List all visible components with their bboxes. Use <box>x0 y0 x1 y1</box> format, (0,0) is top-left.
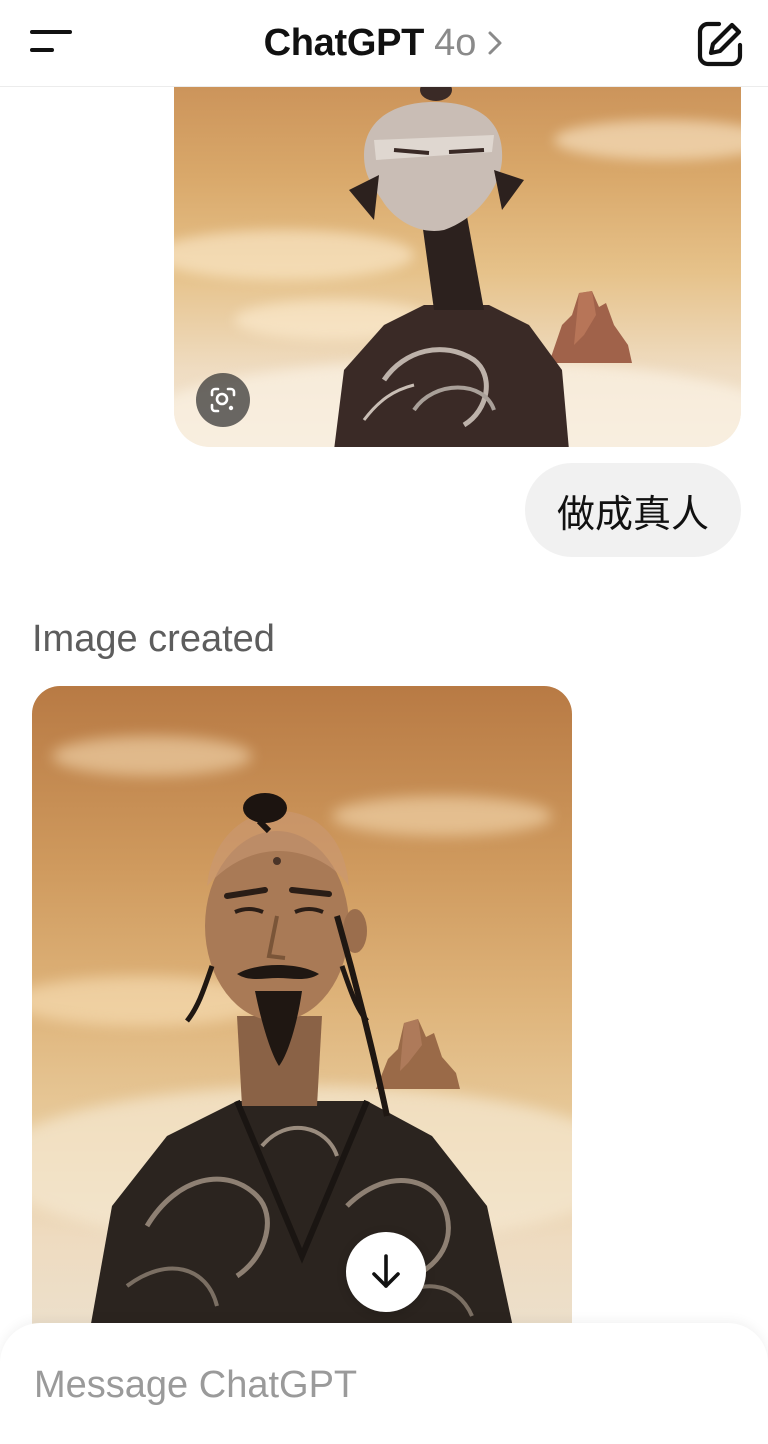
visual-search-icon <box>210 387 236 413</box>
image-created-label: Image created <box>32 618 275 660</box>
app-title: ChatGPT <box>263 21 425 64</box>
top-bar: ChatGPT 4o <box>0 0 768 87</box>
scroll-down-button[interactable] <box>346 1232 426 1312</box>
message-composer <box>0 1323 768 1444</box>
model-selector[interactable]: ChatGPT 4o <box>0 18 768 68</box>
new-chat-icon <box>697 21 743 67</box>
realistic-portrait <box>88 793 515 1336</box>
visual-search-button[interactable] <box>196 373 250 427</box>
character-illustration <box>334 80 569 447</box>
user-message-bubble: 做成真人 <box>524 463 741 557</box>
uploaded-image[interactable] <box>174 60 741 447</box>
chevron-right-icon <box>488 31 502 55</box>
generated-image[interactable] <box>32 686 572 1336</box>
chat-screen: ChatGPT 4o 做成真人 Image created <box>0 0 768 1444</box>
message-input[interactable] <box>34 1357 714 1413</box>
new-chat-button[interactable] <box>694 18 746 70</box>
arrow-down-icon <box>372 1254 400 1288</box>
model-name: 4o <box>434 21 477 64</box>
